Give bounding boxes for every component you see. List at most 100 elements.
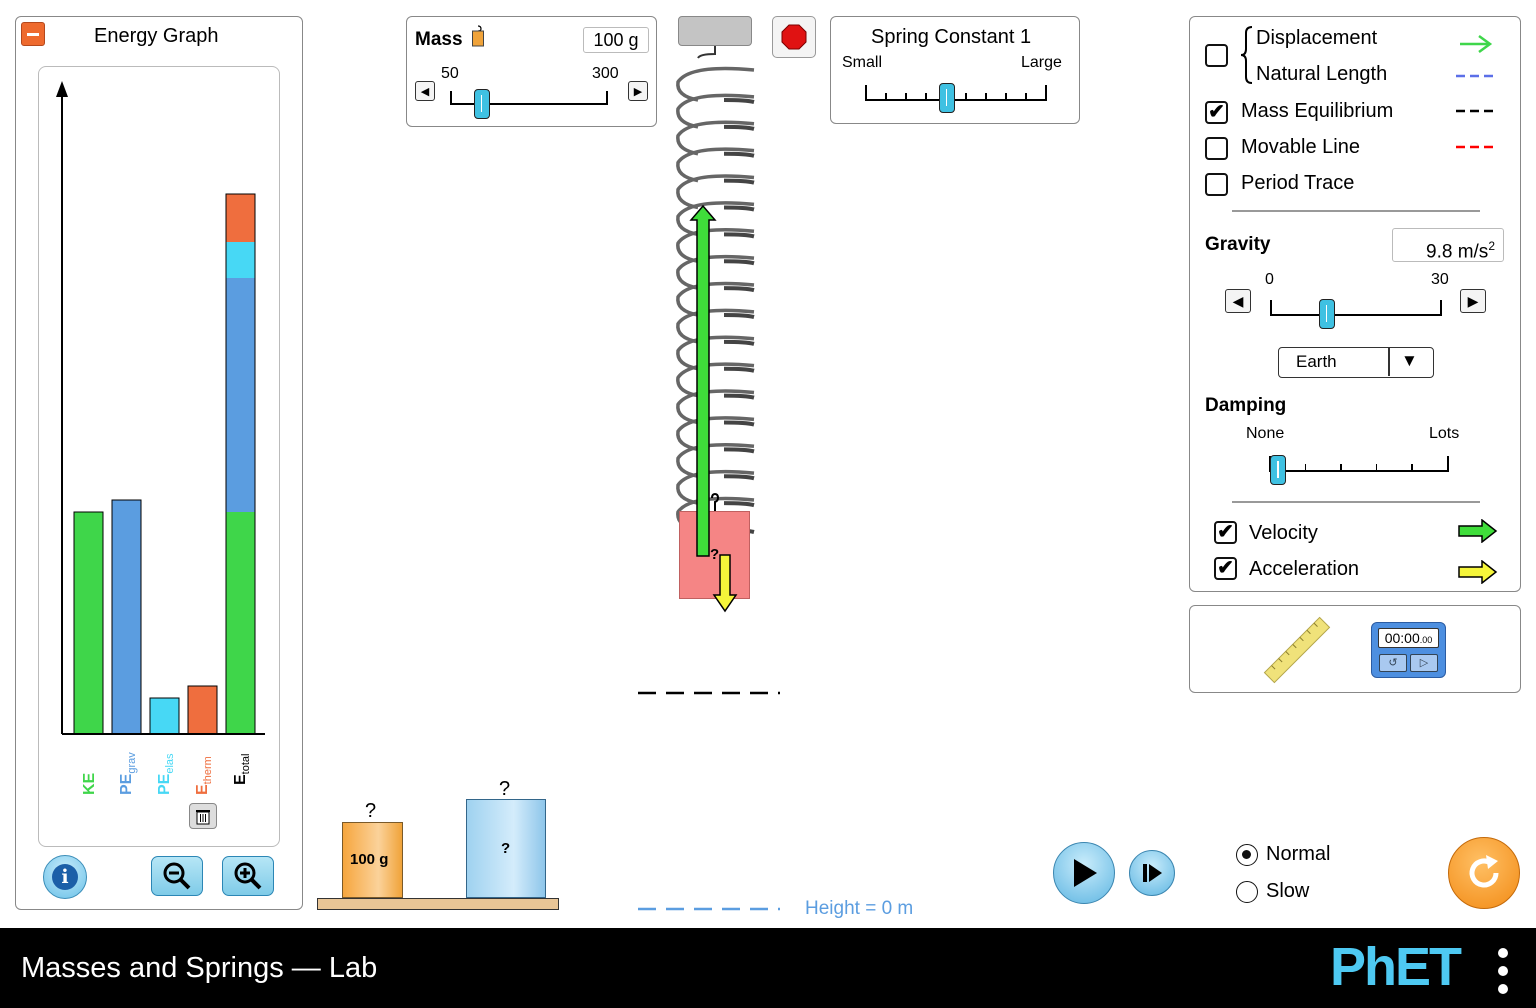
gravity-slider-thumb[interactable]: [1318, 299, 1335, 329]
planet-dropdown[interactable]: Earth ▼: [1278, 347, 1434, 378]
spring-coil-loop: [723, 124, 755, 131]
displacement-arrow-icon: [1460, 34, 1493, 54]
stopwatch-play-button[interactable]: ▷: [1410, 654, 1438, 672]
stopwatch-reset-button[interactable]: ↺: [1379, 654, 1407, 672]
right-arrow-icon: ▶: [1467, 292, 1479, 309]
period-trace-label: Period Trace: [1241, 172, 1355, 194]
movable-line-checkbox[interactable]: [1205, 137, 1228, 160]
spring-coil-loop: [723, 313, 755, 319]
energy-graph-title: Energy Graph: [94, 25, 219, 47]
mass-slider-tick: [606, 91, 608, 105]
gravity-slider-tick: [1270, 300, 1272, 316]
damping-min-label: None: [1246, 425, 1285, 442]
gravity-slider-track: [1270, 314, 1442, 316]
options-panel: Displacement Natural Length ✔ Mass Equil…: [1189, 16, 1521, 592]
height-reference-line[interactable]: [638, 906, 780, 912]
slider-tick: [1304, 464, 1307, 472]
gravity-slider[interactable]: [1270, 298, 1442, 332]
bar-total-e-therm: [226, 194, 255, 242]
energy-chart-area: KE PEgrav PEelas Etherm Etotal: [38, 66, 280, 847]
label-pe-grav: PEgrav: [118, 752, 139, 795]
displacement-checkbox[interactable]: [1205, 44, 1228, 67]
spring-constant-min-label: Small: [842, 54, 883, 71]
bar-total-ke: [226, 512, 255, 734]
mass-decrease-button[interactable]: ◀: [415, 81, 435, 101]
step-forward-icon: [1143, 864, 1162, 882]
ruler-icon[interactable]: [1262, 615, 1332, 685]
mass-equilibrium-checkbox[interactable]: ✔: [1205, 101, 1228, 124]
velocity-label: Velocity: [1249, 522, 1318, 544]
dot: [1498, 984, 1508, 994]
slider-tick: [965, 93, 967, 101]
spring-constant-track: [865, 99, 1047, 101]
bar-total-pe-elas: [226, 242, 255, 278]
step-button[interactable]: [1129, 850, 1175, 896]
mass-value-display: 100 g: [583, 27, 649, 53]
gravity-max-label: 30: [1431, 271, 1449, 288]
spring-constant-thumb[interactable]: [938, 83, 955, 113]
bar-total-pe-grav: [226, 278, 255, 512]
spring-coil-loop: [723, 474, 755, 481]
reset-all-button[interactable]: [1448, 837, 1520, 909]
bar-pe-elas: [149, 697, 180, 735]
minus-icon: [27, 33, 39, 36]
dot: [1498, 966, 1508, 976]
bar-ke: [73, 511, 104, 735]
zoom-out-button[interactable]: [151, 856, 203, 896]
slider-tick: [1005, 93, 1007, 101]
phet-logo[interactable]: PhET: [1330, 936, 1462, 998]
damping-slider-thumb[interactable]: [1270, 455, 1286, 485]
collapse-button[interactable]: [21, 22, 45, 46]
stopwatch-tool[interactable]: 00:00.00 ↺ ▷: [1371, 622, 1446, 678]
spring-coil-loop: [723, 420, 755, 427]
zoom-in-button[interactable]: [222, 856, 274, 896]
weight-icon: [472, 25, 484, 47]
damping-title: Damping: [1205, 395, 1287, 416]
mystery-mass[interactable]: ?: [466, 799, 546, 898]
mass-100g[interactable]: 100 g: [342, 822, 403, 898]
period-trace-checkbox[interactable]: [1205, 173, 1228, 196]
spring-coil-loop: [723, 259, 755, 266]
movable-line-label: Movable Line: [1241, 136, 1360, 158]
mass-slider-thumb[interactable]: [473, 89, 490, 119]
slow-speed-radio[interactable]: [1236, 881, 1258, 903]
gravity-increase-button[interactable]: ▶: [1460, 289, 1486, 313]
normal-speed-radio[interactable]: [1236, 844, 1258, 866]
divider: [1232, 501, 1480, 503]
label-pe-elas: PEelas: [156, 753, 177, 795]
slow-speed-label: Slow: [1266, 880, 1310, 902]
phet-menu-button[interactable]: [1496, 948, 1510, 994]
info-button[interactable]: i: [43, 855, 87, 899]
slider-tick: [1340, 464, 1342, 472]
slider-tick: [1375, 464, 1378, 472]
chevron-down-icon: ▼: [1401, 351, 1418, 370]
mass-slider[interactable]: [450, 89, 608, 119]
slider-tick: [1025, 93, 1027, 101]
mass-increase-button[interactable]: ▶: [628, 81, 648, 101]
mass-shelf: [317, 898, 559, 910]
acceleration-checkbox[interactable]: ✔: [1214, 557, 1237, 580]
velocity-arrow-icon: [1458, 519, 1498, 543]
divider: [1232, 210, 1480, 212]
gravity-value-display: 9.8 m/s2: [1392, 228, 1504, 262]
damping-slider[interactable]: [1269, 454, 1449, 488]
gravity-decrease-button[interactable]: ◀: [1225, 289, 1251, 313]
velocity-checkbox[interactable]: ✔: [1214, 521, 1237, 544]
trash-icon: [196, 810, 210, 825]
play-button[interactable]: [1053, 842, 1115, 904]
dot: [1498, 948, 1508, 958]
clear-thermal-button[interactable]: [189, 803, 217, 829]
label-e-therm: Etherm: [194, 756, 215, 795]
spring-coil-loop: [723, 232, 755, 239]
damping-slider-track: [1269, 470, 1449, 472]
acceleration-label: Acceleration: [1249, 558, 1360, 580]
info-icon: i: [52, 864, 78, 890]
mass-equilibrium-line: [638, 691, 780, 695]
mass-panel: Mass 100 g 50 300 ◀ ▶: [406, 16, 657, 127]
mass-100g-hook: ?: [365, 800, 377, 822]
gravity-title: Gravity: [1205, 234, 1271, 255]
spring-coil-loop: [723, 339, 755, 346]
mass-title: Mass: [415, 29, 463, 50]
slider-tick: [865, 85, 867, 101]
spring-constant-slider[interactable]: [865, 83, 1047, 117]
